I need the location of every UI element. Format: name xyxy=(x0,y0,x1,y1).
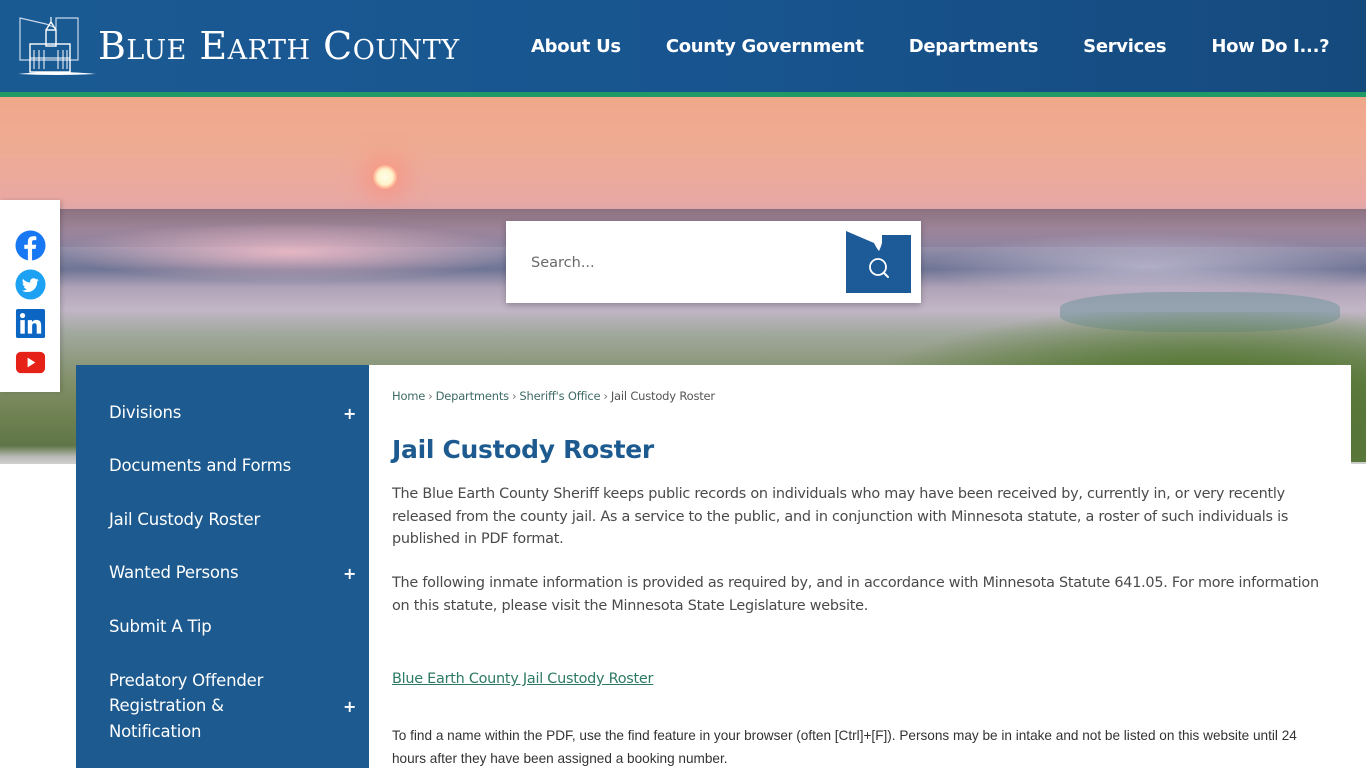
sidebar-nav: Divisions + Documents and Forms Jail Cus… xyxy=(76,365,369,768)
sidebar-item-divisions[interactable]: Divisions + xyxy=(76,401,369,425)
hero-mist xyxy=(60,222,520,282)
breadcrumb-departments[interactable]: Departments xyxy=(436,389,510,403)
breadcrumb-current: Jail Custody Roster xyxy=(610,389,715,403)
sidebar-item-label: Jail Custody Roster xyxy=(109,510,261,530)
sidebar-item-predatory-offender-registration[interactable]: Predatory Offender Registration & Notifi… xyxy=(76,667,369,745)
breadcrumb-home[interactable]: Home xyxy=(392,389,425,403)
expand-plus-icon[interactable]: + xyxy=(343,564,356,583)
social-media-bar xyxy=(0,200,60,392)
linkedin-icon xyxy=(15,308,46,339)
breadcrumb: Home › Departments › Sheriff's Office › Jail C… xyxy=(392,389,715,403)
search-box xyxy=(506,221,921,303)
sidebar-item-submit-a-tip[interactable]: Submit A Tip xyxy=(76,615,369,639)
site-header: Blue Earth County About Us County Govern… xyxy=(0,0,1366,92)
youtube-icon xyxy=(15,351,46,374)
site-title: Blue Earth County xyxy=(98,24,460,68)
sidebar-item-wanted-persons[interactable]: Wanted Persons + xyxy=(76,561,369,585)
sidebar-item-label: Wanted Persons xyxy=(109,563,239,583)
sidebar-item-documents-and-forms[interactable]: Documents and Forms xyxy=(76,454,369,478)
sidebar-item-label: Divisions xyxy=(109,403,182,423)
breadcrumb-separator: › xyxy=(603,389,608,403)
expand-plus-icon[interactable]: + xyxy=(343,404,356,423)
intro-paragraph: The Blue Earth County Sheriff keeps publ… xyxy=(392,486,1289,547)
twitter-link[interactable] xyxy=(15,269,46,300)
nav-how-do-i[interactable]: How Do I...? xyxy=(1211,36,1329,57)
search-icon xyxy=(846,231,911,293)
search-button[interactable] xyxy=(846,231,912,295)
sidebar-item-label: Predatory Offender Registration & Notifi… xyxy=(109,670,264,741)
facebook-link[interactable] xyxy=(15,230,46,261)
site-logo[interactable]: Blue Earth County xyxy=(16,14,496,78)
sidebar-item-label: Documents and Forms xyxy=(109,456,291,476)
linkedin-link[interactable] xyxy=(15,308,46,339)
search-input[interactable] xyxy=(520,241,840,285)
find-instructions-note: To find a name within the PDF, use the f… xyxy=(392,728,1297,766)
nav-about-us[interactable]: About Us xyxy=(531,36,621,57)
courthouse-logo-icon xyxy=(18,17,96,75)
statute-paragraph: The following inmate information is prov… xyxy=(392,575,1319,614)
twitter-icon xyxy=(15,269,46,300)
nav-county-government[interactable]: County Government xyxy=(666,36,864,57)
sidebar-item-jail-custody-roster[interactable]: Jail Custody Roster xyxy=(76,508,369,532)
nav-departments[interactable]: Departments xyxy=(909,36,1039,57)
expand-plus-icon[interactable]: + xyxy=(343,697,356,716)
nav-services[interactable]: Services xyxy=(1083,36,1166,57)
jail-roster-pdf-link[interactable]: Blue Earth County Jail Custody Roster xyxy=(392,671,653,687)
youtube-link[interactable] xyxy=(15,347,46,378)
page-title: Jail Custody Roster xyxy=(392,435,654,464)
breadcrumb-separator: › xyxy=(511,389,517,403)
sidebar-item-label: Submit A Tip xyxy=(109,617,212,637)
breadcrumb-sheriffs-office[interactable]: Sheriff's Office xyxy=(519,389,600,403)
hero-sun xyxy=(373,165,397,189)
main-content: Home › Departments › Sheriff's Office › Jail C… xyxy=(369,365,1351,768)
breadcrumb-separator: › xyxy=(428,389,433,403)
main-nav: About Us County Government Departments S… xyxy=(510,0,1353,92)
facebook-icon xyxy=(15,230,46,261)
